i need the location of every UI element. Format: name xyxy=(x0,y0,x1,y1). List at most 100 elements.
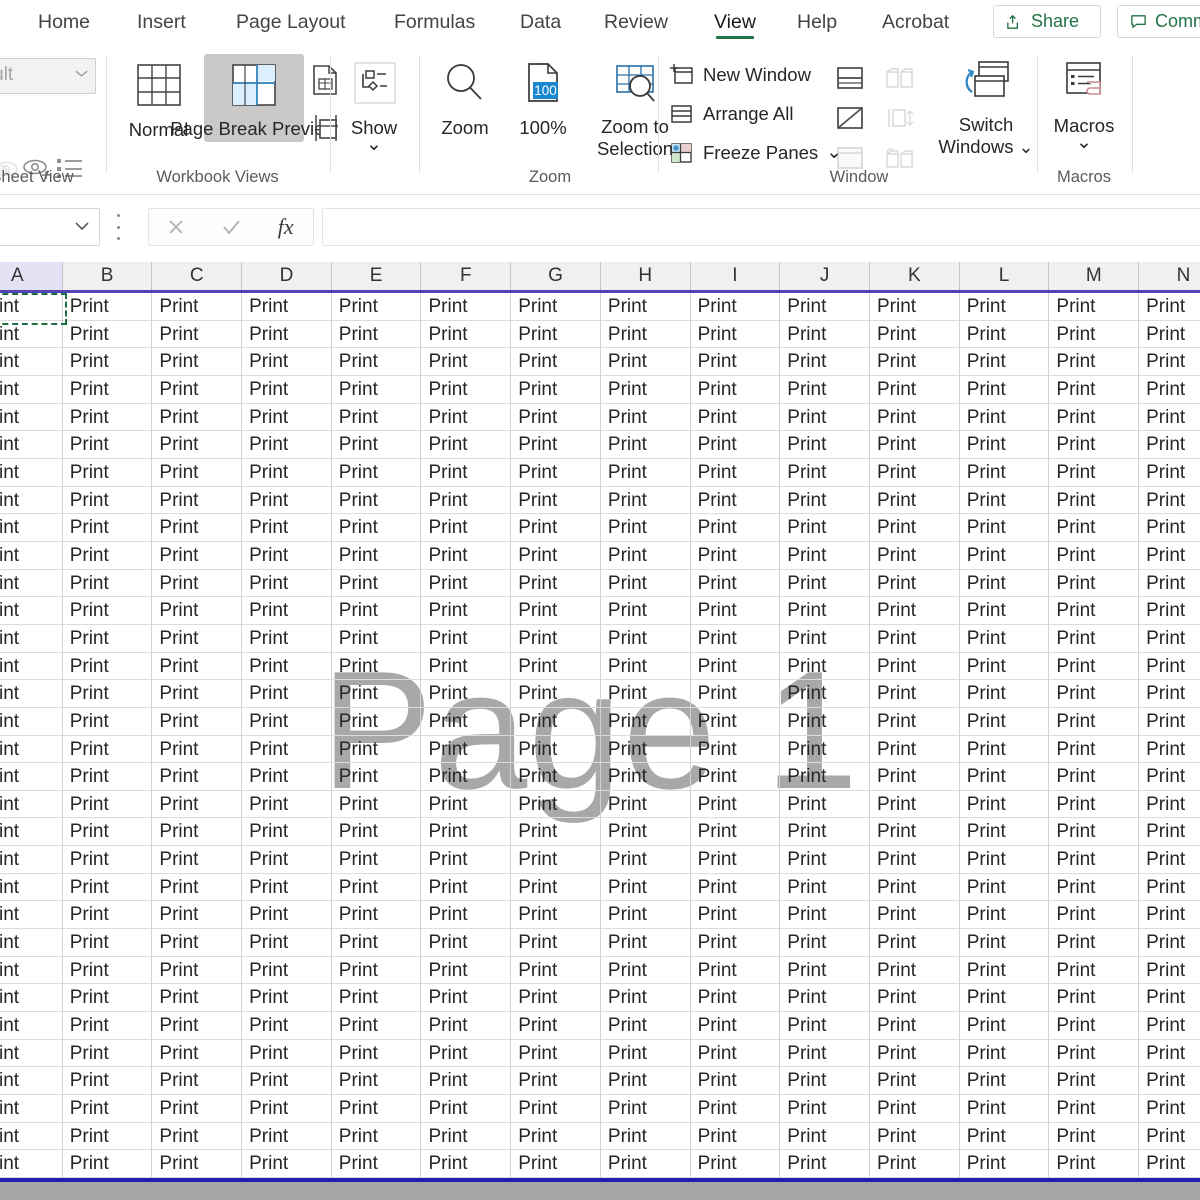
cell-F24[interactable]: Print xyxy=(422,929,512,957)
cell-E12[interactable]: Print xyxy=(332,597,422,625)
cell-B5[interactable]: Print xyxy=(63,403,153,432)
cell-B24[interactable]: Print xyxy=(63,929,153,957)
cell-L7[interactable]: Print xyxy=(960,458,1050,487)
cell-B7[interactable]: Print xyxy=(63,458,153,487)
cell-D18[interactable]: Print xyxy=(242,763,332,791)
cell-N22[interactable]: Print xyxy=(1139,874,1200,902)
cell-E3[interactable]: Print xyxy=(332,348,422,376)
cell-N24[interactable]: Print xyxy=(1139,929,1200,957)
cell-F2[interactable]: Print xyxy=(422,320,512,349)
cell-F6[interactable]: Print xyxy=(422,431,512,459)
cell-A24[interactable]: Print xyxy=(0,929,63,957)
cell-F22[interactable]: Print xyxy=(422,873,512,902)
cell-C25[interactable]: Print xyxy=(152,956,243,985)
cell-F18[interactable]: Print xyxy=(422,763,512,791)
cell-L13[interactable]: Print xyxy=(960,624,1050,653)
cell-H3[interactable]: Print xyxy=(601,348,691,376)
cell-N26[interactable]: Print xyxy=(1139,984,1200,1012)
cell-E15[interactable]: Print xyxy=(332,680,422,708)
cell-B9[interactable]: Print xyxy=(63,514,153,542)
cell-C11[interactable]: Print xyxy=(152,569,243,598)
cell-N4[interactable]: Print xyxy=(1139,376,1200,404)
cell-N1[interactable]: Print xyxy=(1139,293,1200,321)
cell-N16[interactable]: Print xyxy=(1139,708,1200,736)
column-header-c[interactable]: C xyxy=(152,262,243,290)
cell-I28[interactable]: Print xyxy=(691,1039,781,1068)
cell-I10[interactable]: Print xyxy=(691,541,781,570)
cell-A7[interactable]: Print xyxy=(0,458,63,487)
column-header-n[interactable]: N xyxy=(1139,262,1200,290)
cell-K14[interactable]: Print xyxy=(870,652,960,681)
cell-B15[interactable]: Print xyxy=(63,680,153,708)
cell-F15[interactable]: Print xyxy=(422,680,512,708)
cell-K3[interactable]: Print xyxy=(870,348,960,376)
cell-K16[interactable]: Print xyxy=(870,707,960,736)
cell-C5[interactable]: Print xyxy=(152,403,243,432)
cell-H28[interactable]: Print xyxy=(601,1039,691,1068)
cell-D3[interactable]: Print xyxy=(242,348,332,376)
cell-J20[interactable]: Print xyxy=(780,818,870,847)
cell-G17[interactable]: Print xyxy=(511,735,601,764)
cell-G26[interactable]: Print xyxy=(511,984,601,1013)
cell-L16[interactable]: Print xyxy=(960,707,1050,736)
cell-I7[interactable]: Print xyxy=(691,458,781,487)
cell-K32[interactable]: Print xyxy=(870,1150,960,1178)
cell-N6[interactable]: Print xyxy=(1139,431,1200,459)
cell-H9[interactable]: Print xyxy=(601,514,691,542)
cell-L10[interactable]: Print xyxy=(960,541,1050,570)
cell-J10[interactable]: Print xyxy=(780,541,870,570)
cell-N2[interactable]: Print xyxy=(1139,321,1200,349)
cell-A31[interactable]: Print xyxy=(0,1122,63,1151)
cell-H21[interactable]: Print xyxy=(601,846,691,874)
cell-I27[interactable]: Print xyxy=(691,1012,781,1040)
cell-M25[interactable]: Print xyxy=(1049,956,1140,985)
column-header-e[interactable]: E xyxy=(332,262,422,290)
cell-M4[interactable]: Print xyxy=(1049,375,1140,404)
column-header-i[interactable]: I xyxy=(691,262,781,290)
cell-F3[interactable]: Print xyxy=(422,348,512,376)
cell-H24[interactable]: Print xyxy=(601,929,691,957)
cell-L6[interactable]: Print xyxy=(960,431,1050,459)
cell-M27[interactable]: Print xyxy=(1049,1012,1140,1040)
cell-J21[interactable]: Print xyxy=(780,846,870,874)
cell-F7[interactable]: Print xyxy=(422,458,512,487)
cell-D8[interactable]: Print xyxy=(242,486,332,515)
cell-C21[interactable]: Print xyxy=(152,846,243,874)
cell-C26[interactable]: Print xyxy=(152,984,243,1013)
cell-A6[interactable]: Print xyxy=(0,431,63,459)
cell-K12[interactable]: Print xyxy=(870,597,960,625)
cell-I1[interactable]: Print xyxy=(691,293,781,321)
cell-I24[interactable]: Print xyxy=(691,929,781,957)
cell-E17[interactable]: Print xyxy=(332,735,422,764)
cell-K6[interactable]: Print xyxy=(870,431,960,459)
cell-G12[interactable]: Print xyxy=(511,597,601,625)
cell-D1[interactable]: Print xyxy=(242,293,332,321)
name-box[interactable] xyxy=(0,208,100,246)
cell-K5[interactable]: Print xyxy=(870,403,960,432)
cell-J23[interactable]: Print xyxy=(780,901,870,930)
cell-K29[interactable]: Print xyxy=(870,1067,960,1096)
cell-L11[interactable]: Print xyxy=(960,569,1050,598)
cell-F9[interactable]: Print xyxy=(422,514,512,542)
cell-J25[interactable]: Print xyxy=(780,956,870,985)
cell-K22[interactable]: Print xyxy=(870,873,960,902)
cell-C22[interactable]: Print xyxy=(152,873,243,902)
cell-J31[interactable]: Print xyxy=(780,1122,870,1151)
cell-A27[interactable]: Print xyxy=(0,1012,63,1040)
cell-G22[interactable]: Print xyxy=(511,873,601,902)
cell-N13[interactable]: Print xyxy=(1139,625,1200,653)
cell-J14[interactable]: Print xyxy=(780,652,870,681)
cell-M32[interactable]: Print xyxy=(1049,1150,1140,1178)
cell-B32[interactable]: Print xyxy=(63,1150,153,1178)
cell-H23[interactable]: Print xyxy=(601,901,691,930)
tab-help[interactable]: Help xyxy=(793,0,841,44)
cell-D25[interactable]: Print xyxy=(242,956,332,985)
cell-H30[interactable]: Print xyxy=(601,1095,691,1123)
cell-L5[interactable]: Print xyxy=(960,403,1050,432)
cell-I8[interactable]: Print xyxy=(691,486,781,515)
cell-H14[interactable]: Print xyxy=(601,652,691,681)
cell-G24[interactable]: Print xyxy=(511,929,601,957)
cell-E19[interactable]: Print xyxy=(332,790,422,819)
cell-L17[interactable]: Print xyxy=(960,735,1050,764)
cell-G13[interactable]: Print xyxy=(511,624,601,653)
